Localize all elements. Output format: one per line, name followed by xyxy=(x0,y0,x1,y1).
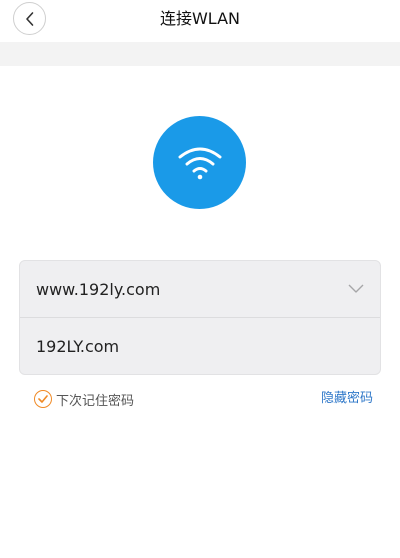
remember-password-label: 下次记住密码 xyxy=(56,393,135,409)
check-circle-icon[interactable] xyxy=(34,390,52,408)
header-bar: 连接WLAN xyxy=(0,0,400,42)
page-title: 连接WLAN xyxy=(159,9,241,28)
wlan-form: www.192ly.com 192LY.com xyxy=(19,260,381,375)
wifi-badge xyxy=(153,116,246,209)
section-divider xyxy=(0,42,400,66)
ssid-field[interactable]: www.192ly.com xyxy=(20,261,380,318)
password-value: 192LY.com xyxy=(36,337,120,356)
ssid-value: www.192ly.com xyxy=(36,280,161,299)
hide-password-link[interactable]: 隐藏密码 xyxy=(321,389,373,409)
wifi-icon xyxy=(178,147,221,179)
remember-password-option[interactable]: 下次记住密码 xyxy=(34,389,134,409)
chevron-down-icon[interactable] xyxy=(348,282,364,294)
password-field[interactable]: 192LY.com xyxy=(20,318,380,375)
